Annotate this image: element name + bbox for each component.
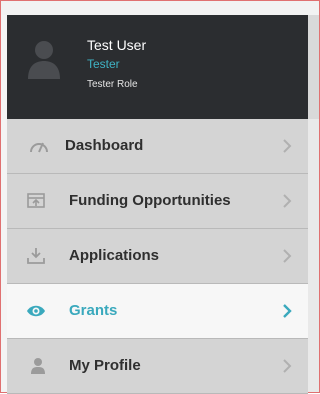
- top-strip: [1, 1, 319, 15]
- sidebar-item-label: Funding Opportunities: [69, 192, 231, 209]
- sidebar-item-label: Applications: [69, 247, 160, 264]
- sidebar-item-label: My Profile: [69, 357, 141, 374]
- user-icon: [31, 358, 45, 374]
- user-name: Test User: [87, 37, 147, 53]
- user-title[interactable]: Tester: [87, 57, 120, 71]
- user-role: Tester Role: [87, 79, 138, 90]
- sidebar-menu: Dashboard Funding Opportunities Applicat…: [7, 119, 308, 394]
- eye-icon: [27, 305, 45, 317]
- sidebar-item-funding-opportunities[interactable]: Funding Opportunities: [7, 174, 308, 229]
- sidebar: Test User Tester Tester Role Dashboard F…: [7, 15, 308, 394]
- funding-icon: [27, 193, 45, 208]
- chevron-right-icon: [283, 304, 292, 318]
- app-frame: Test User Tester Tester Role Dashboard F…: [0, 0, 320, 394]
- dashboard-icon: [30, 142, 48, 153]
- chevron-right-icon: [283, 359, 292, 373]
- sidebar-item-grants[interactable]: Grants: [7, 284, 308, 339]
- sidebar-item-applications[interactable]: Applications: [7, 229, 308, 284]
- avatar-icon: [28, 41, 60, 79]
- content-pane-edge: [308, 15, 319, 392]
- chevron-right-icon: [283, 194, 292, 208]
- sidebar-item-my-profile[interactable]: My Profile: [7, 339, 308, 394]
- sidebar-item-dashboard[interactable]: Dashboard: [7, 119, 308, 174]
- content-header-edge: [308, 15, 319, 119]
- sidebar-item-label: Grants: [69, 302, 118, 319]
- chevron-right-icon: [283, 139, 292, 153]
- chevron-right-icon: [283, 249, 292, 263]
- sidebar-item-label: Dashboard: [65, 137, 144, 154]
- user-profile-panel: Test User Tester Tester Role: [7, 15, 308, 119]
- download-icon: [27, 248, 45, 264]
